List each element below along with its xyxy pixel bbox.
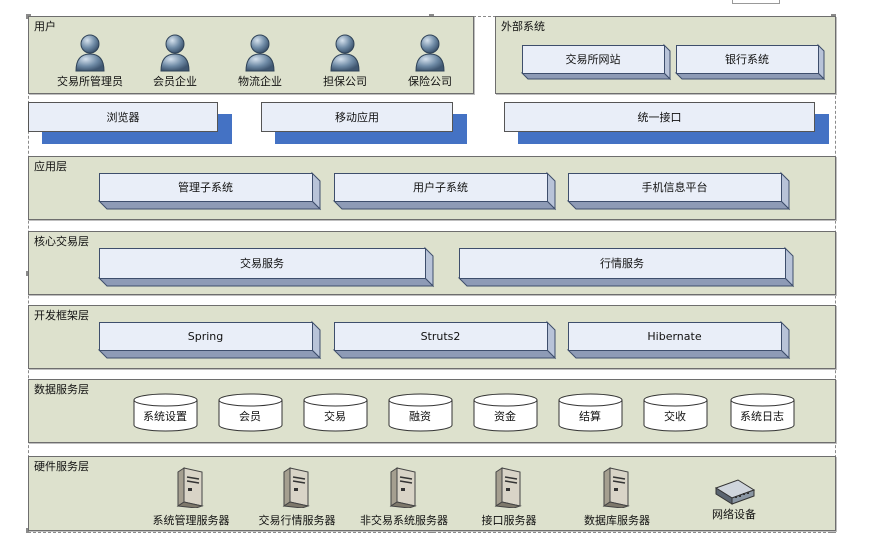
data-store-label: 交收 [664, 410, 686, 423]
external-system-box[interactable]: 交易所网站 [522, 45, 664, 73]
data-store-label: 资金 [494, 410, 516, 423]
application-module-box[interactable]: 用户子系统 [334, 173, 547, 201]
application-module-box[interactable]: 手机信息平台 [568, 173, 781, 201]
user-icon [330, 34, 360, 72]
data-store-label: 会员 [239, 410, 261, 423]
server-icon [494, 467, 522, 508]
core-service-box-label: 交易服务 [240, 257, 284, 270]
access-channel-box[interactable]: 浏览器 [28, 102, 218, 132]
user-icon [160, 34, 190, 72]
core-service-box[interactable]: 交易服务 [99, 248, 425, 278]
hardware-label: 网络设备 [712, 508, 756, 521]
panel-title: 用户 [34, 20, 56, 33]
hardware-label: 接口服务器 [481, 514, 537, 527]
panel-title: 外部系统 [501, 20, 545, 33]
server-icon [602, 467, 630, 508]
data-store-label: 交易 [324, 410, 346, 423]
user-role-label: 保险公司 [408, 75, 452, 88]
server-icon [282, 467, 310, 508]
panel-title: 核心交易层 [34, 235, 89, 248]
user-role-label: 交易所管理员 [57, 75, 123, 88]
hardware-label: 系统管理服务器 [152, 514, 230, 527]
user-role-label: 担保公司 [323, 75, 367, 88]
panel-title: 数据服务层 [34, 383, 89, 396]
framework-box-label: Struts2 [420, 329, 461, 343]
access-channel-label: 移动应用 [335, 111, 379, 124]
user-icon [75, 34, 105, 72]
external-system-box[interactable]: 银行系统 [676, 45, 818, 73]
data-store-label: 系统日志 [740, 410, 784, 423]
application-module-box-label: 管理子系统 [178, 181, 233, 194]
server-icon [176, 467, 204, 508]
server-icon [389, 467, 417, 508]
framework-box[interactable]: Struts2 [334, 322, 547, 350]
application-module-box[interactable]: 管理子系统 [99, 173, 312, 201]
framework-box[interactable]: Hibernate [568, 322, 781, 350]
user-icon [245, 34, 275, 72]
external-system-box-label: 银行系统 [725, 53, 769, 66]
panel-title: 硬件服务层 [34, 460, 89, 473]
access-channel-box[interactable]: 统一接口 [504, 102, 815, 132]
framework-box-label: Spring [187, 329, 224, 343]
external-system-box-label: 交易所网站 [565, 53, 621, 66]
user-icon [415, 34, 445, 72]
offscreen-shape-edge [732, 0, 780, 4]
core-service-box[interactable]: 行情服务 [459, 248, 785, 278]
application-module-box-label: 用户子系统 [413, 181, 468, 194]
data-store-label: 融资 [409, 410, 431, 423]
access-channel-box[interactable]: 移动应用 [261, 102, 453, 132]
core-service-box-label: 行情服务 [600, 257, 644, 270]
access-channel-label: 浏览器 [106, 111, 140, 124]
user-role-label: 物流企业 [238, 75, 282, 88]
panel-title: 应用层 [34, 160, 67, 173]
hardware-label: 数据库服务器 [584, 514, 650, 527]
hardware-label: 交易行情服务器 [258, 514, 336, 527]
data-store-label: 结算 [579, 410, 601, 423]
data-store-label: 系统设置 [143, 410, 187, 423]
access-channel-label: 统一接口 [637, 111, 682, 124]
network-switch-icon [714, 479, 756, 505]
hardware-label: 非交易系统服务器 [360, 514, 448, 527]
framework-box[interactable]: Spring [99, 322, 312, 350]
framework-box-label: Hibernate [647, 329, 702, 343]
panel-title: 开发框架层 [34, 309, 89, 322]
application-module-box-label: 手机信息平台 [641, 181, 708, 194]
user-role-label: 会员企业 [153, 75, 197, 88]
